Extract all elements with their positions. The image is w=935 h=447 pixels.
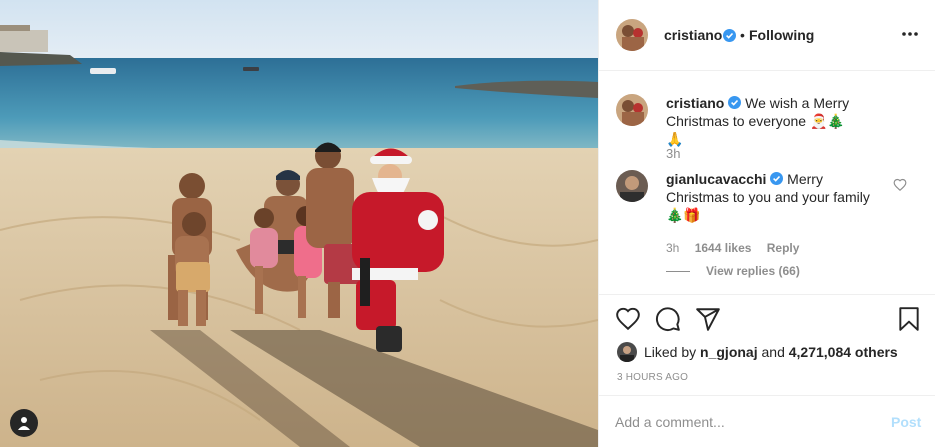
post-timestamp[interactable]: 3 HOURS AGO	[617, 372, 688, 383]
view-replies-button[interactable]: View replies (66)	[666, 264, 800, 278]
liked-by-and: and	[761, 344, 785, 360]
following-button[interactable]: Following	[749, 27, 814, 43]
liked-by-prefix: Liked by	[644, 344, 697, 360]
comment-meta: 3h 1644 likes Reply	[666, 241, 799, 255]
caption-avatar[interactable]	[616, 94, 648, 126]
verified-icon	[728, 96, 742, 109]
heart-icon[interactable]	[615, 306, 641, 332]
likes-count[interactable]: 4,271,084 others	[789, 344, 898, 360]
comment-input[interactable]	[615, 412, 865, 432]
share-icon[interactable]	[695, 306, 721, 332]
comment-text-block: gianlucavacchi Merry Christmas to you an…	[666, 170, 881, 224]
commenter-username[interactable]: gianlucavacchi	[666, 171, 766, 187]
comments-list: cristiano We wish a Merry Christmas to e…	[599, 72, 935, 294]
beach-scene-image	[0, 0, 598, 447]
author-avatar[interactable]	[616, 19, 648, 51]
comment-icon[interactable]	[655, 306, 681, 332]
reply-button[interactable]: Reply	[767, 241, 800, 255]
liker-username[interactable]: n_gjonaj	[700, 344, 758, 360]
bookmark-icon[interactable]	[896, 306, 922, 332]
comment-like-heart-icon[interactable]	[893, 178, 907, 192]
liked-by-text: Liked by n_gjonaj and 4,271,084 others	[644, 344, 898, 360]
verified-icon	[770, 172, 784, 185]
header-separator: •	[740, 27, 745, 43]
post-side-panel: cristiano • Following cristiano We wish …	[598, 0, 935, 447]
comment-time[interactable]: 3h	[666, 241, 679, 255]
author-username[interactable]: cristiano	[664, 27, 722, 43]
post-actions: Liked by n_gjonaj and 4,271,084 others 3…	[599, 294, 935, 407]
more-icon[interactable]	[900, 27, 920, 41]
post-photo[interactable]	[0, 0, 598, 447]
caption-text-block: cristiano We wish a Merry Christmas to e…	[666, 94, 856, 148]
commenter-avatar[interactable]	[616, 170, 648, 202]
view-replies-label: View replies (66)	[706, 264, 800, 278]
verified-icon	[723, 29, 736, 42]
replies-divider	[666, 271, 690, 273]
caption-username[interactable]: cristiano	[666, 95, 724, 111]
tag-user-icon[interactable]	[10, 409, 38, 437]
liker-avatar[interactable]	[617, 342, 637, 362]
add-comment-bar: Post	[599, 395, 935, 447]
post-button[interactable]: Post	[891, 414, 921, 430]
caption-time[interactable]: 3h	[666, 146, 680, 161]
comment-likes[interactable]: 1644 likes	[695, 241, 752, 255]
post-header: cristiano • Following	[599, 0, 935, 71]
